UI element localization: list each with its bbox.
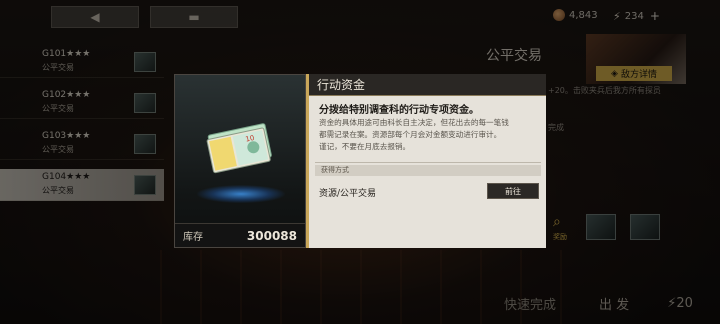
acquisition-header: 获得方式	[315, 165, 541, 176]
money-stack-icon: 10	[206, 123, 272, 174]
acquisition-source: 资源/公平交易	[319, 189, 377, 199]
goto-button[interactable]: 前往	[487, 183, 539, 199]
item-platform	[197, 185, 285, 203]
modal-title: 行动资金	[317, 78, 366, 92]
item-detail-panel: 行动资金 分拨给特别调查科的行动专项资金。 资金的具体用途可由科长自主决定，但花…	[306, 74, 546, 248]
acquisition-section: 获得方式 资源/公平交易 前往	[315, 162, 541, 199]
stock-label: 库存	[183, 232, 203, 243]
stock-bar: 库存 300088	[175, 223, 305, 247]
item-description-title: 分拨给特别调查科的行动专项资金。	[319, 105, 479, 116]
modal-header: 行动资金	[309, 74, 546, 96]
item-description-line: 资金的具体用途可由科长自主决定，但花出去的每一笔钱	[319, 118, 509, 127]
stock-value: 300088	[246, 228, 297, 243]
item-preview-panel: 10 库存 300088	[174, 74, 306, 248]
item-description-line: 都需记录在案。资源部每个月会对金额变动进行审计。	[319, 130, 502, 139]
item-description-line: 谨记，不要在月底去报销。	[319, 142, 411, 151]
